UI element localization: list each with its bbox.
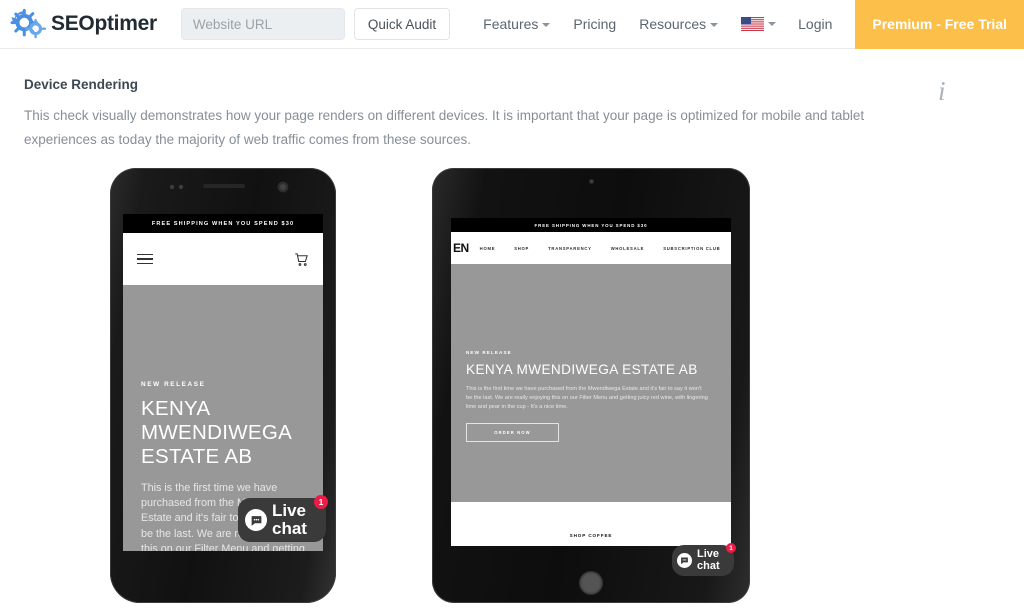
tablet-camera-icon xyxy=(588,179,594,184)
nav-item-resources[interactable]: Resources xyxy=(639,16,719,32)
mobile-shipping-banner: FREE SHIPPING WHEN YOU SPEND $30 xyxy=(123,214,323,233)
premium-free-trial-button[interactable]: Premium - Free Trial xyxy=(855,0,1024,49)
top-navigation-bar: SEOptimer Quick Audit Features Pricing R… xyxy=(0,0,1024,49)
tablet-live-chat-label: Live chat xyxy=(697,547,720,572)
brand-logo-link[interactable]: SEOptimer xyxy=(10,8,157,40)
mobile-site-header xyxy=(123,233,323,285)
nav-item-features[interactable]: Features xyxy=(483,16,551,32)
tablet-device-mockup: FREE SHIPPING WHEN YOU SPEND $30 EN HOME… xyxy=(432,168,750,603)
website-url-input[interactable] xyxy=(180,8,345,40)
tablet-hero-section: NEW RELEASE KENYA MWENDIWEGA ESTATE AB T… xyxy=(451,264,731,502)
mobile-eyebrow: NEW RELEASE xyxy=(141,381,206,388)
chat-bubble-icon xyxy=(677,553,692,568)
language-selector[interactable] xyxy=(741,17,777,31)
mobile-live-chat-widget[interactable]: Live chat 1 xyxy=(238,495,328,542)
tablet-order-now-button[interactable]: ORDER NOW xyxy=(466,423,559,443)
tablet-heading: KENYA MWENDIWEGA ESTATE AB xyxy=(466,362,698,377)
shopping-cart-icon[interactable] xyxy=(294,252,309,267)
mobile-heading: KENYA MWENDIWEGA ESTATE AB xyxy=(141,397,291,469)
phone-sensors-icon xyxy=(169,181,289,193)
login-link[interactable]: Login xyxy=(798,16,832,32)
tablet-live-chat-widget[interactable]: Live chat 1 xyxy=(672,543,736,576)
chevron-down-icon xyxy=(542,23,551,28)
nav-links-group: Features Pricing Resources Login Premium… xyxy=(483,0,1024,49)
tablet-live-chat-line1: Live xyxy=(697,547,720,560)
tablet-nav-shop[interactable]: SHOP xyxy=(514,246,529,251)
chat-bubble-icon xyxy=(245,509,267,531)
nav-item-resources-label: Resources xyxy=(639,16,707,32)
tablet-paragraph: This is the first time we have purchased… xyxy=(466,386,708,411)
quick-audit-button[interactable]: Quick Audit xyxy=(353,8,451,40)
tablet-nav-home[interactable]: HOME xyxy=(480,246,496,251)
nav-item-features-label: Features xyxy=(483,16,539,32)
nav-item-pricing[interactable]: Pricing xyxy=(573,16,616,32)
mobile-live-chat-line2: chat xyxy=(272,519,307,538)
mobile-live-chat-badge: 1 xyxy=(314,495,328,509)
tablet-nav-subscription-club[interactable]: SUBSCRIPTION CLUB xyxy=(663,246,720,251)
tablet-nav-wholesale[interactable]: WHOLESALE xyxy=(611,246,645,251)
tablet-shipping-banner: FREE SHIPPING WHEN YOU SPEND $30 xyxy=(451,218,731,232)
mobile-live-chat-label: Live chat xyxy=(272,502,307,538)
brand-name: SEOptimer xyxy=(51,12,157,35)
hamburger-icon[interactable] xyxy=(137,251,153,268)
tablet-live-chat-badge: 1 xyxy=(726,543,736,553)
tablet-footer: SHOP COFFEE xyxy=(451,502,731,546)
seoptimer-gear-icon xyxy=(10,8,47,39)
tablet-site-logo[interactable]: EN xyxy=(453,241,469,255)
chevron-down-icon xyxy=(710,23,719,28)
page-description: This check visually demonstrates how you… xyxy=(24,108,865,147)
tablet-live-chat-line2: chat xyxy=(697,559,720,572)
tablet-site-nav: EN HOME SHOP TRANSPARENCY WHOLESALE SUBS… xyxy=(451,232,731,264)
page-title: Device Rendering xyxy=(24,77,139,92)
mobile-live-chat-line1: Live xyxy=(272,501,307,521)
info-icon[interactable]: i xyxy=(938,76,946,107)
tablet-eyebrow: NEW RELEASE xyxy=(466,350,512,355)
tablet-home-button[interactable] xyxy=(579,571,603,595)
us-flag-icon xyxy=(741,17,765,31)
tablet-nav-transparency[interactable]: TRANSPARENCY xyxy=(548,246,592,251)
chevron-down-icon xyxy=(768,22,777,26)
tablet-footer-label[interactable]: SHOP COFFEE xyxy=(570,533,613,538)
tablet-viewport: FREE SHIPPING WHEN YOU SPEND $30 EN HOME… xyxy=(451,218,731,546)
